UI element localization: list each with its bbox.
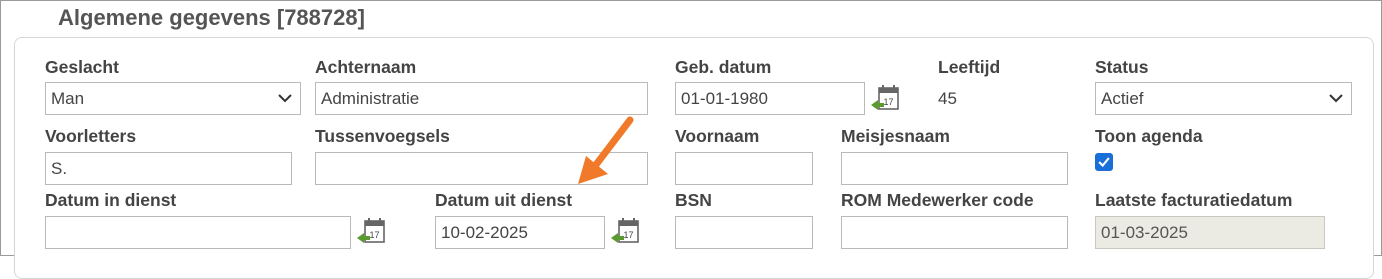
datum-in-dienst-label: Datum in dienst	[45, 190, 177, 210]
datum-uit-dienst-value: 10-02-2025	[441, 223, 528, 242]
voornaam-label: Voornaam	[675, 126, 760, 146]
achternaam-value: Administratie	[321, 89, 420, 108]
laatste-facturatiedatum-input: 01-03-2025	[1095, 216, 1325, 249]
achternaam-input[interactable]: Administratie	[315, 82, 648, 115]
rom-code-input[interactable]	[841, 216, 1068, 249]
calendar-day-text: 17	[369, 230, 379, 240]
datum-uit-dienst-input[interactable]: 10-02-2025	[435, 216, 605, 249]
geslacht-select[interactable]: Man	[45, 82, 301, 115]
calendar-icon[interactable]: 17	[870, 83, 900, 113]
bsn-label: BSN	[675, 190, 712, 210]
meisjesnaam-input[interactable]	[841, 152, 1068, 185]
status-label: Status	[1095, 57, 1149, 77]
checkmark-icon	[1098, 157, 1110, 168]
bsn-input[interactable]	[675, 216, 813, 249]
calendar-icon[interactable]: 17	[610, 216, 640, 246]
calendar-day-text: 17	[883, 97, 893, 107]
laatste-facturatiedatum-label: Laatste facturatiedatum	[1095, 190, 1293, 210]
leeftijd-label: Leeftijd	[938, 57, 1001, 77]
geslacht-value: Man	[51, 89, 85, 108]
toon-agenda-checkbox[interactable]	[1095, 153, 1113, 171]
leeftijd-value: 45	[938, 89, 957, 108]
geb-datum-label: Geb. datum	[675, 57, 772, 77]
datum-in-dienst-input[interactable]	[45, 216, 351, 249]
calendar-icon[interactable]: 17	[356, 216, 386, 246]
geb-datum-input[interactable]: 01-01-1980	[675, 82, 865, 115]
voornaam-input[interactable]	[675, 152, 813, 185]
chevron-down-icon	[1329, 94, 1343, 103]
section-title: Algemene gegevens [788728]	[58, 5, 365, 30]
status-value: Actief	[1101, 89, 1144, 108]
laatste-facturatiedatum-value: 01-03-2025	[1101, 223, 1188, 242]
achternaam-label: Achternaam	[315, 57, 417, 77]
datum-uit-dienst-label: Datum uit dienst	[435, 190, 573, 210]
meisjesnaam-label: Meisjesnaam	[841, 126, 950, 146]
tussenvoegsels-input[interactable]	[315, 152, 648, 185]
toon-agenda-label: Toon agenda	[1095, 126, 1203, 146]
tussenvoegsels-label: Tussenvoegsels	[315, 126, 450, 146]
chevron-down-icon	[278, 94, 292, 103]
geb-datum-value: 01-01-1980	[681, 89, 768, 108]
rom-code-label: ROM Medewerker code	[841, 190, 1034, 210]
calendar-day-text: 17	[623, 230, 633, 240]
status-select[interactable]: Actief	[1095, 82, 1352, 115]
voorletters-input[interactable]: S.	[45, 152, 292, 185]
voorletters-label: Voorletters	[45, 126, 137, 146]
voorletters-value: S.	[51, 159, 68, 178]
geslacht-label: Geslacht	[45, 57, 119, 77]
